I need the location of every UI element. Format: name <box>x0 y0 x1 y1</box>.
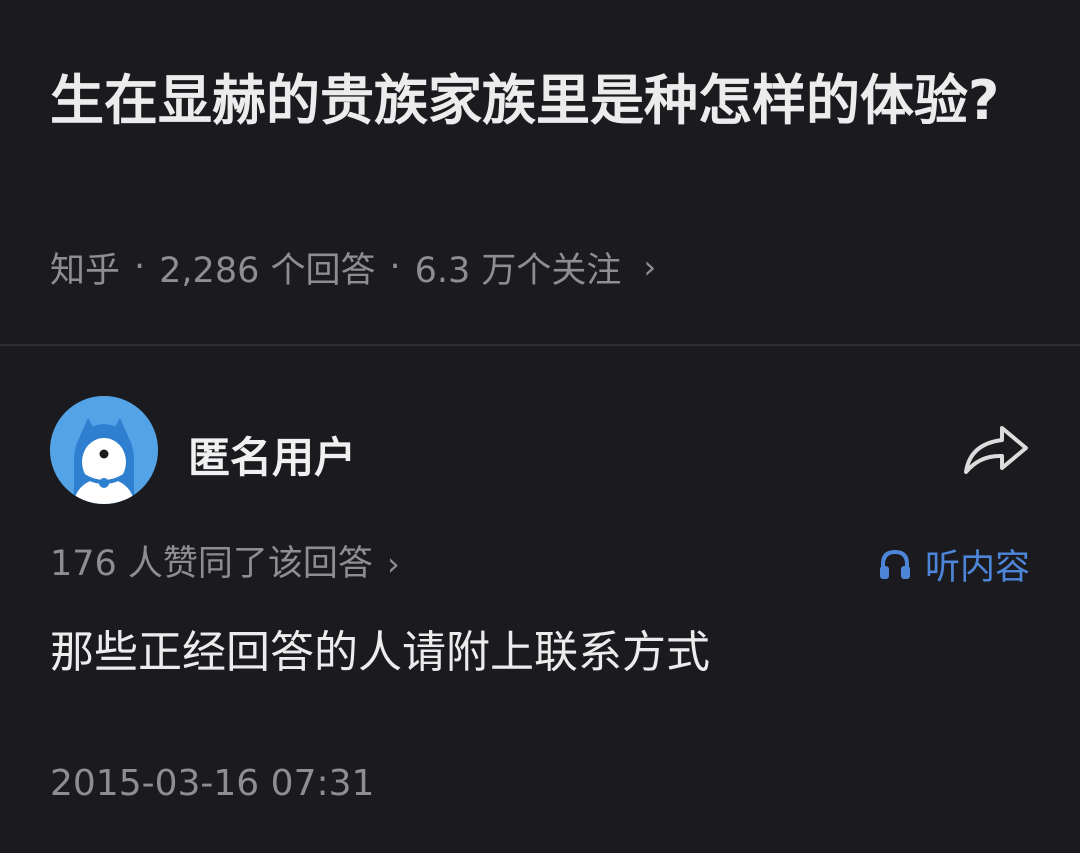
answer-count: 2,286 个回答 <box>159 250 376 291</box>
vote-row: 176 人赞同了该回答 › 听内容 <box>50 538 1030 590</box>
answer-content[interactable]: 那些正经回答的人请附上联系方式 <box>50 620 1030 686</box>
question-header: 生在显赫的贵族家族里是种怎样的体验? 知乎 · 2,286 个回答 · 6.3 … <box>0 0 1080 344</box>
listen-label: 听内容 <box>924 547 1030 588</box>
listen-button[interactable]: 听内容 <box>877 538 1030 590</box>
vote-summary: 176 人赞同了该回答 <box>50 544 373 584</box>
divider <box>0 344 1080 346</box>
chevron-right-icon: › <box>643 248 657 286</box>
follower-count: 6.3 万个关注 <box>414 250 622 291</box>
question-title[interactable]: 生在显赫的贵族家族里是种怎样的体验? <box>50 58 1010 144</box>
headphones-icon <box>879 549 910 579</box>
meta-separator: · <box>134 247 146 287</box>
question-source: 知乎 <box>50 250 121 291</box>
answer-date: 2015-03-16 07:31 <box>50 763 375 804</box>
author-row: 匿名用户 <box>50 396 1030 504</box>
question-meta[interactable]: 知乎 · 2,286 个回答 · 6.3 万个关注 › <box>50 240 656 294</box>
share-button[interactable] <box>962 422 1030 478</box>
chevron-right-icon: › <box>386 545 400 583</box>
meta-separator: · <box>389 247 401 287</box>
avatar[interactable] <box>50 396 158 504</box>
share-arrow-icon <box>964 426 1028 474</box>
vote-summary-link[interactable]: 176 人赞同了该回答 › <box>50 538 400 590</box>
anonymous-mascot-icon <box>50 396 158 504</box>
author-name[interactable]: 匿名用户 <box>188 424 356 485</box>
